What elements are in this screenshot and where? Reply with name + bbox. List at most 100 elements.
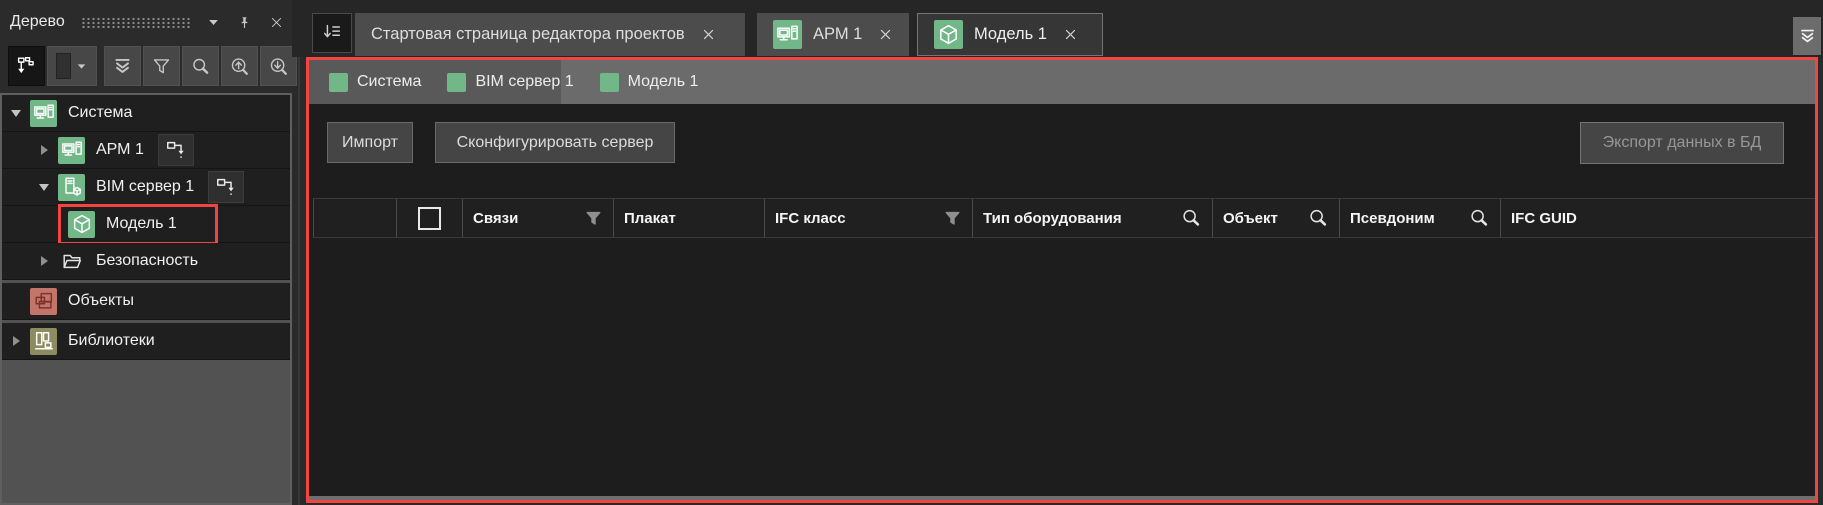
filter-icon [151,56,172,77]
expander-open-icon[interactable] [8,105,24,121]
column-header-equipment-type[interactable]: Тип оборудования [972,199,1212,237]
horizontal-scrollbar[interactable] [309,496,1815,500]
collapse-all-icon [112,56,133,77]
tree-item-label: АРМ 1 [96,141,144,158]
breadcrumb-item-bim-server1[interactable]: BIM сервер 1 [447,72,574,92]
drag-handle[interactable] [80,16,191,28]
tree-item-label: Объекты [68,292,134,309]
chevron-down-icon[interactable] [204,12,223,32]
close-icon[interactable] [267,12,286,32]
tab-label: АРМ 1 [813,25,863,43]
tree-item-obekty[interactable]: Объекты [2,283,290,320]
search-icon[interactable] [1180,207,1202,229]
subscribe-button[interactable] [208,171,245,203]
filter-icon[interactable] [943,209,962,228]
workstation-icon [58,136,85,164]
tree-item-biblioteki[interactable]: Библиотеки [2,323,290,360]
expander-open-icon[interactable] [36,179,52,195]
app-window: Дерево Система АРМ 1 BIM сервер 1 Модель… [0,0,1823,505]
breadcrumb-item-sistema[interactable]: Система [329,72,422,92]
filter-icon[interactable] [584,209,603,228]
breadcrumb-label: Модель 1 [627,73,699,90]
tree-toolbar [8,46,297,86]
tree-mode-button[interactable] [8,46,45,86]
column-header-plakat[interactable]: Плакат [613,199,764,237]
collapse-all-button[interactable] [104,46,141,86]
panel-splitter[interactable] [298,57,300,505]
search-up-icon [229,56,250,77]
close-icon[interactable] [1062,26,1079,43]
row-indicator-column [313,199,396,237]
select-all-checkbox[interactable] [418,206,441,230]
expander-closed-icon[interactable] [36,253,52,269]
tree-item-label: Система [68,104,133,121]
node-color-square [447,72,467,92]
configure-server-button[interactable]: Сконфигурировать сервер [435,122,675,163]
breadcrumb: Система BIM сервер 1 Модель 1 [309,60,1815,104]
tab-list-icon [321,22,343,44]
tree-panel: Дерево Система АРМ 1 BIM сервер 1 Модель… [0,0,297,505]
column-header-alias[interactable]: Псевдоним [1339,199,1500,237]
preset-swatch [56,53,71,79]
tab-label: Модель 1 [974,25,1047,43]
select-all-column [396,199,462,237]
tree-item-model1[interactable]: Модель 1 [2,204,290,245]
column-header-svyazi[interactable]: Связи [462,199,613,237]
search-icon [190,56,211,77]
node-color-square [599,72,619,92]
pin-icon[interactable] [236,12,255,32]
close-icon[interactable] [877,26,893,43]
tree-item-bim-server1[interactable]: BIM сервер 1 [2,169,290,206]
tree-view: Система АРМ 1 BIM сервер 1 Модель 1 Безо… [0,93,292,505]
tree-item-bezopasnost[interactable]: Безопасность [2,243,290,280]
tab-list-button[interactable] [312,13,352,53]
tab-start-page[interactable]: Стартовая страница редактора проектов [355,13,745,56]
node-color-square [329,72,348,92]
tab-overflow-button[interactable] [1793,17,1821,55]
table-body-empty [313,239,1815,494]
tree-item-arm1[interactable]: АРМ 1 [2,132,290,169]
toolbar-gap [99,46,102,86]
model-editor-pane: Система BIM сервер 1 Модель 1 Импорт Ско… [306,57,1818,503]
filter-button[interactable] [143,46,180,86]
tree-item-label: Модель 1 [106,215,177,232]
expander-placeholder [8,293,24,309]
subscribe-button[interactable] [157,134,194,166]
panel-title: Дерево [10,13,65,30]
expander-closed-icon[interactable] [36,142,52,158]
search-up-button[interactable] [221,46,258,86]
chevron-down-icon [75,60,88,73]
column-header-object[interactable]: Объект [1212,199,1339,237]
tab-bar: Стартовая страница редактора проектов АР… [292,0,1823,57]
view-preset-dropdown[interactable] [47,46,97,86]
tab-label: Стартовая страница редактора проектов [371,25,685,43]
link-down-icon [215,176,237,198]
column-header-ifc-guid[interactable]: IFC GUID [1500,199,1815,237]
bim-server-icon [58,173,85,201]
tree-item-label: Безопасность [96,252,199,269]
search-icon[interactable] [1307,207,1329,229]
close-icon[interactable] [700,26,717,43]
folder-icon [58,248,85,275]
breadcrumb-item-model1[interactable]: Модель 1 [599,72,699,92]
breadcrumb-label: Система [357,73,422,90]
double-chevron-down-icon [1798,27,1817,46]
tree-item-label: Библиотеки [68,332,155,349]
breadcrumb-label: BIM сервер 1 [475,73,574,90]
model-cube-icon [68,210,95,238]
tree-item-sistema[interactable]: Система [2,95,290,132]
import-button[interactable]: Импорт [327,122,413,163]
search-icon[interactable] [1468,207,1490,229]
objects-icon [30,287,57,315]
tree-item-label: BIM сервер 1 [96,178,195,195]
search-button[interactable] [182,46,219,86]
tab-model1[interactable]: Модель 1 [917,13,1103,56]
table-header: Связи Плакат IFC класс Тип оборудования … [313,198,1815,238]
column-header-ifc-class[interactable]: IFC класс [764,199,972,237]
expander-closed-icon[interactable] [8,333,24,349]
link-down-icon [165,139,187,161]
tab-arm1[interactable]: АРМ 1 [757,13,909,56]
tree-panel-header: Дерево [10,6,286,38]
hierarchy-icon [16,56,37,77]
search-down-icon [268,56,289,77]
